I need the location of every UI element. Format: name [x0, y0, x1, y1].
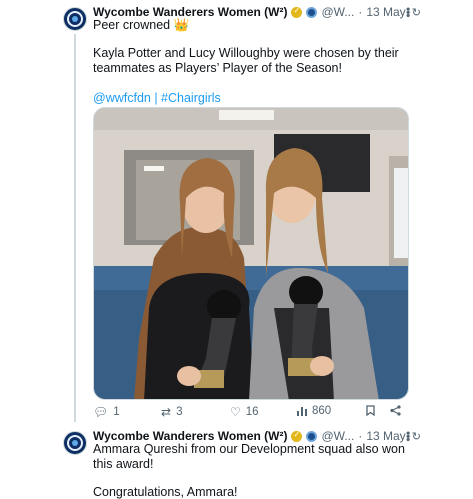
reply-count: 1: [113, 406, 120, 418]
tweet-photo[interactable]: [93, 107, 409, 400]
more-icon[interactable]: •••: [401, 7, 415, 17]
tweet-text-line: Congratulations, Ammara!: [93, 485, 238, 499]
timestamp[interactable]: 13 May: [366, 5, 405, 19]
repost-button[interactable]: ⇄ 3: [161, 405, 182, 419]
views-count: 860: [312, 405, 332, 417]
hashtag-link[interactable]: #Chairgirls: [161, 91, 221, 105]
tweet-header: Wycombe Wanderers Women (W²) @W... · 13 …: [93, 429, 433, 443]
tweet[interactable]: Wycombe Wanderers Women (W²) @W... · 13 …: [0, 426, 473, 499]
like-count: 16: [245, 406, 259, 418]
affiliate-badge-icon[interactable]: [306, 6, 318, 18]
link-divider: |: [150, 91, 162, 105]
photo-image: [94, 108, 408, 399]
repost-count: 3: [176, 406, 183, 418]
views-button[interactable]: 860: [297, 405, 331, 417]
handle[interactable]: @W...: [321, 429, 354, 443]
display-name[interactable]: Wycombe Wanderers Women (W²): [93, 5, 287, 19]
separator: ·: [358, 429, 363, 443]
avatar[interactable]: [63, 431, 87, 455]
verified-badge-icon[interactable]: [291, 6, 303, 18]
reply-button[interactable]: 💬︎ 1: [93, 405, 120, 419]
repost-icon: ⇄: [161, 405, 172, 419]
tweet-actions: 💬︎ 1 ⇄ 3 ♡ 16 860: [93, 405, 409, 421]
share-button[interactable]: [390, 405, 401, 416]
more-icon[interactable]: •••: [401, 431, 415, 441]
bar-chart-icon: [297, 407, 307, 416]
heart-icon: ♡: [230, 405, 241, 419]
tweet[interactable]: Wycombe Wanderers Women (W²) @W... · 13 …: [0, 0, 473, 426]
avatar[interactable]: [63, 7, 87, 31]
share-icon: [390, 405, 401, 416]
tweet-header: Wycombe Wanderers Women (W²) @W... · 13 …: [93, 5, 433, 19]
timestamp[interactable]: 13 May: [366, 429, 405, 443]
bookmark-icon: [366, 405, 375, 416]
like-button[interactable]: ♡ 16: [230, 405, 259, 419]
display-name[interactable]: Wycombe Wanderers Women (W²): [93, 429, 287, 443]
mention-link[interactable]: @wwfcfdn: [93, 91, 151, 105]
reply-icon: 💬︎: [93, 405, 109, 419]
tweet-text-body: Kayla Potter and Lucy Willoughby were ch…: [93, 46, 399, 75]
verified-badge-icon[interactable]: [291, 430, 303, 442]
separator: ·: [358, 5, 363, 19]
tweet-text-line: Peer crowned 👑: [93, 18, 190, 32]
tweet-links: @wwfcfdn | #Chairgirls: [93, 91, 423, 106]
handle[interactable]: @W...: [321, 5, 354, 19]
affiliate-badge-icon[interactable]: [306, 430, 318, 442]
tweet-text-body: Ammara Qureshi from our Development squa…: [93, 442, 405, 471]
bookmark-button[interactable]: [366, 405, 375, 416]
